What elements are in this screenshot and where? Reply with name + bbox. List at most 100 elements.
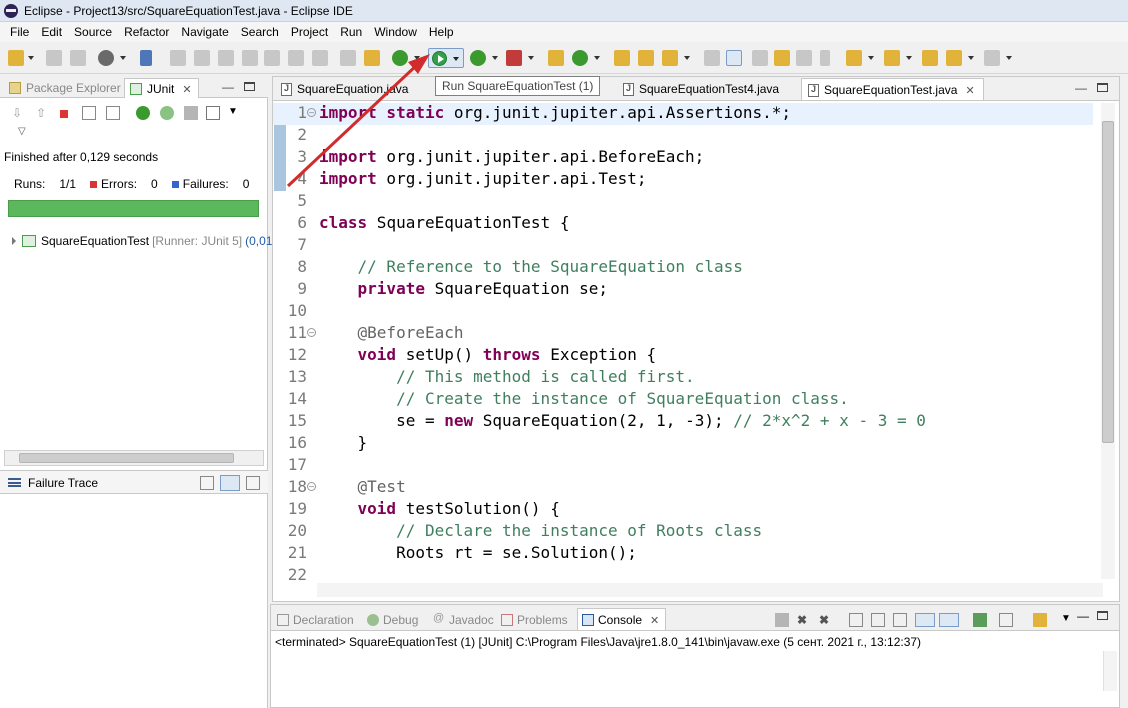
menu-project[interactable]: Project (285, 25, 334, 39)
menu-file[interactable]: File (4, 25, 35, 39)
layout-menu-icon[interactable]: ▽ (18, 126, 32, 140)
code-line[interactable]: 1– import static org.junit.jupiter.api.As… (273, 103, 1093, 125)
tab-declaration[interactable]: Declaration (273, 609, 360, 631)
close-icon[interactable]: ✕ (965, 85, 974, 97)
maximize-icon[interactable] (244, 80, 255, 94)
menu-source[interactable]: Source (68, 25, 118, 39)
bookmark-icon[interactable] (774, 50, 790, 66)
block-selection-icon[interactable] (752, 50, 768, 66)
use-step-filters-icon[interactable] (340, 50, 356, 66)
run-dropdown-icon[interactable] (453, 57, 459, 61)
scroll-lock-icon[interactable] (871, 613, 885, 627)
next-failure-icon[interactable]: ⇩ (12, 106, 26, 120)
fold-toggle-icon[interactable]: – (307, 108, 316, 117)
editor-vertical-scrollbar[interactable] (1101, 103, 1115, 579)
close-icon[interactable]: ✕ (650, 615, 659, 627)
code-line[interactable]: 5 (273, 191, 1093, 213)
code-line[interactable]: 11– @BeforeEach (273, 323, 1093, 345)
suspend-icon[interactable] (194, 50, 210, 66)
last-edit-location-icon[interactable] (922, 50, 938, 66)
open-type-icon[interactable] (614, 50, 630, 66)
coverage-icon[interactable] (470, 50, 486, 66)
fold-toggle-icon[interactable]: – (307, 328, 316, 337)
minimize-icon[interactable]: — (1077, 609, 1091, 623)
minimize-icon[interactable]: — (1075, 81, 1087, 95)
step-return-icon[interactable] (312, 50, 328, 66)
maximize-icon[interactable] (1097, 609, 1111, 623)
code-line[interactable]: 10 (273, 301, 1093, 323)
terminate-icon[interactable] (218, 50, 234, 66)
previous-failure-icon[interactable]: ⇧ (36, 106, 50, 120)
editor-horizontal-scrollbar[interactable] (317, 583, 1103, 597)
coverage-dropdown-icon[interactable] (492, 56, 498, 60)
code-area[interactable]: 1– import static org.junit.jupiter.api.As… (273, 103, 1119, 584)
debug-dropdown-icon[interactable] (414, 56, 420, 60)
tab-squareequationtest4-java[interactable]: SquareEquationTest4.java (617, 78, 787, 100)
menu-navigate[interactable]: Navigate (175, 25, 234, 39)
previous-annotation-icon[interactable] (884, 50, 900, 66)
code-line[interactable]: 4 import org.junit.jupiter.api.Test; (273, 169, 1093, 191)
expand-icon[interactable] (12, 237, 16, 245)
view-menu-icon[interactable]: ▼ (228, 106, 242, 120)
pin-console-icon[interactable] (973, 613, 987, 627)
step-over-icon[interactable] (288, 50, 304, 66)
remove-launch-icon[interactable]: ✖ (797, 613, 811, 627)
scroll-lock-icon[interactable] (106, 106, 120, 120)
rerun-test-icon[interactable] (136, 106, 150, 120)
close-icon[interactable]: ✕ (182, 84, 191, 96)
code-line[interactable]: 21 Roots rt = se.Solution(); (273, 543, 1093, 565)
step-into-icon[interactable] (264, 50, 280, 66)
next-annotation-icon[interactable] (846, 50, 862, 66)
new-class-icon[interactable] (572, 50, 588, 66)
code-line[interactable]: 2 (273, 125, 1093, 147)
copy-trace-icon[interactable] (246, 476, 260, 490)
show-on-stdout-icon[interactable] (915, 613, 935, 627)
view-menu-icon[interactable]: ▼ (1061, 613, 1075, 627)
open-folder-icon[interactable] (638, 50, 654, 66)
tab-javadoc[interactable]: @ Javadoc (429, 609, 500, 631)
display-console-icon[interactable] (999, 613, 1013, 627)
rerun-failed-first-icon[interactable] (160, 106, 174, 120)
show-skipped-icon[interactable] (82, 106, 96, 120)
disconnect-icon[interactable] (242, 50, 258, 66)
profile-dropdown-icon[interactable] (120, 56, 126, 60)
new-package-icon[interactable] (548, 50, 564, 66)
back-icon[interactable] (946, 50, 962, 66)
code-line[interactable]: 20 // Declare the instance of Roots clas… (273, 521, 1093, 543)
filter-stack-icon[interactable] (200, 476, 214, 490)
menu-refactor[interactable]: Refactor (118, 25, 175, 39)
save-all-icon[interactable] (70, 50, 86, 66)
remove-all-launches-icon[interactable]: ✖ (819, 613, 833, 627)
show-failures-only-icon[interactable] (60, 110, 68, 118)
code-line[interactable]: 7 (273, 235, 1093, 257)
debug-icon[interactable] (392, 50, 408, 66)
code-line[interactable]: 3 import org.junit.jupiter.api.BeforeEach… (273, 147, 1093, 169)
code-line[interactable]: 12 void setUp() throws Exception { (273, 345, 1093, 367)
tab-junit[interactable]: JUnit ✕ (124, 78, 199, 98)
code-line[interactable]: 18– @Test (273, 477, 1093, 499)
terminate-icon[interactable] (775, 613, 789, 627)
menu-search[interactable]: Search (235, 25, 285, 39)
next-annotation-dropdown-icon[interactable] (868, 56, 874, 60)
open-console-icon[interactable] (1033, 613, 1047, 627)
mark-occurrences-icon[interactable] (726, 50, 742, 66)
new-icon[interactable] (8, 50, 24, 66)
maximize-icon[interactable] (1097, 81, 1108, 95)
compare-results-icon[interactable] (220, 475, 240, 491)
forward-icon[interactable] (984, 50, 1000, 66)
console-vertical-scrollbar[interactable] (1103, 651, 1117, 691)
previous-annotation-dropdown-icon[interactable] (906, 56, 912, 60)
search-dropdown-icon[interactable] (684, 56, 690, 60)
scrollbar-thumb[interactable] (1102, 121, 1114, 443)
external-tools-icon[interactable] (364, 50, 380, 66)
tree-horizontal-scrollbar[interactable] (4, 450, 264, 466)
menu-help[interactable]: Help (423, 25, 460, 39)
code-line[interactable]: 19 void testSolution() { (273, 499, 1093, 521)
skip-breakpoints-icon[interactable] (140, 50, 152, 66)
word-wrap-icon[interactable] (893, 613, 907, 627)
run-button[interactable] (428, 48, 464, 68)
menu-edit[interactable]: Edit (35, 25, 68, 39)
pilcrow-icon[interactable] (820, 50, 830, 66)
forward-dropdown-icon[interactable] (1006, 56, 1012, 60)
test-run-history-icon[interactable] (206, 106, 220, 120)
